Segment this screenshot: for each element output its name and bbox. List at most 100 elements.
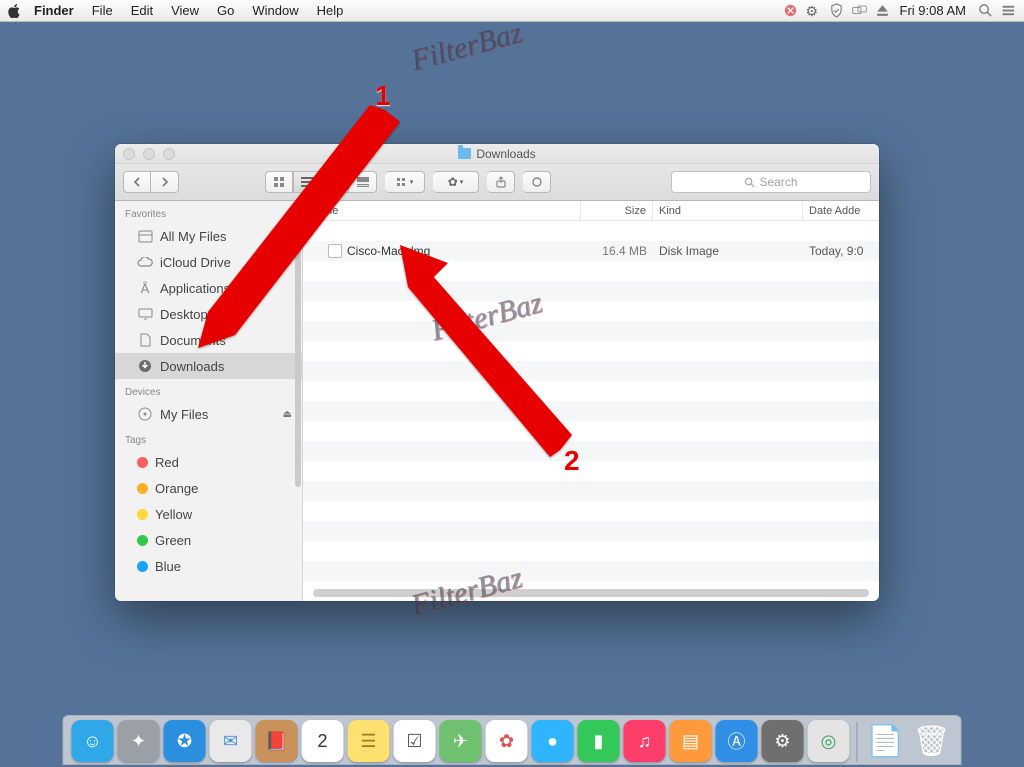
sidebar-tag-green[interactable]: Green (115, 527, 302, 553)
dock-app-notes[interactable]: ☰ (348, 720, 390, 762)
dock-app-contacts[interactable]: 📕 (256, 720, 298, 762)
file-kind: Disk Image (653, 241, 803, 261)
toolbar: ▾ ✿▾ Search (115, 164, 879, 201)
action-button[interactable]: ✿▾ (433, 171, 479, 193)
sidebar-item-label: Documents (160, 333, 226, 348)
dock-app-finder[interactable]: ☺ (72, 720, 114, 762)
gear-icon[interactable]: ⚙ (806, 3, 821, 18)
forward-button[interactable] (151, 171, 179, 193)
nav-buttons (123, 171, 179, 193)
file-size: 16.4 MB (581, 241, 653, 261)
coverflow-view-button[interactable] (349, 171, 377, 193)
eject-button[interactable]: ⏏ (283, 409, 292, 420)
sidebar: Favorites All My Files iCloud Drive Å Ap… (115, 201, 303, 601)
list-view-button[interactable] (293, 171, 321, 193)
sidebar-tag-red[interactable]: Red (115, 449, 302, 475)
sidebar-tag-blue[interactable]: Blue (115, 553, 302, 579)
app-menu[interactable]: Finder (34, 3, 74, 18)
menu-help[interactable]: Help (317, 3, 344, 18)
dock-app-itunes[interactable]: ♫ (624, 720, 666, 762)
sidebar-item-icloud[interactable]: iCloud Drive (115, 249, 302, 275)
dock-app-maps[interactable]: ✈ (440, 720, 482, 762)
sidebar-item-downloads[interactable]: Downloads (115, 353, 302, 379)
sidebar-item-applications[interactable]: Å Applications (115, 275, 302, 301)
finder-window: Downloads ▾ ✿▾ Search (115, 144, 879, 601)
sidebar-item-label: Red (155, 455, 179, 470)
col-date[interactable]: Date Adde (803, 201, 879, 220)
file-rows: Cisco-Mac.dmg 16.4 MB Disk Image Today, … (303, 221, 879, 601)
apple-logo-icon[interactable] (8, 4, 22, 18)
icloud-icon (137, 255, 153, 269)
tag-dot (137, 561, 148, 572)
favorites-header: Favorites (115, 201, 302, 223)
search-input[interactable]: Search (671, 171, 871, 193)
applications-icon: Å (137, 281, 153, 295)
column-view-button[interactable] (321, 171, 349, 193)
sidebar-item-desktop[interactable]: Desktop (115, 301, 302, 327)
dmg-file-icon (328, 244, 342, 258)
arrange-button[interactable]: ▾ (385, 171, 425, 193)
dock-trash[interactable]: 🗑 (911, 720, 953, 762)
tags-header: Tags (115, 427, 302, 449)
dock-app-mail[interactable]: ✉ (210, 720, 252, 762)
menu-view[interactable]: View (171, 3, 199, 18)
menu-edit[interactable]: Edit (131, 3, 153, 18)
tag-dot (137, 509, 148, 520)
sidebar-tag-orange[interactable]: Orange (115, 475, 302, 501)
disc-icon (137, 407, 153, 421)
all-my-files-icon (137, 229, 153, 243)
menu-go[interactable]: Go (217, 3, 234, 18)
share-button[interactable] (487, 171, 515, 193)
menubar: Finder File Edit View Go Window Help ⚙ F… (0, 0, 1024, 22)
sidebar-tag-yellow[interactable]: Yellow (115, 501, 302, 527)
dock-app-safari[interactable]: ✪ (164, 720, 206, 762)
tags-button[interactable] (523, 171, 551, 193)
shield-icon[interactable] (829, 3, 844, 18)
menubar-clock[interactable]: Fri 9:08 AM (900, 3, 966, 18)
col-kind[interactable]: Kind (653, 201, 803, 220)
view-buttons (265, 171, 377, 193)
displays-icon[interactable] (852, 3, 867, 18)
sidebar-item-my-files[interactable]: My Files ⏏ (115, 401, 302, 427)
sidebar-item-documents[interactable]: Documents (115, 327, 302, 353)
sidebar-scrollbar[interactable] (295, 207, 301, 487)
dock-document[interactable]: 📄 (865, 720, 907, 762)
downloads-icon (137, 359, 153, 373)
sidebar-item-label: iCloud Drive (160, 255, 231, 270)
error-status-icon[interactable] (783, 3, 798, 18)
dock-app-launchpad[interactable]: ✦ (118, 720, 160, 762)
icon-view-button[interactable] (265, 171, 293, 193)
dock-app-facetime[interactable]: ▮ (578, 720, 620, 762)
sidebar-item-label: Blue (155, 559, 181, 574)
arrange-button-group: ▾ (385, 171, 425, 193)
dock-app-cisco[interactable]: ◎ (808, 720, 850, 762)
menu-file[interactable]: File (92, 3, 113, 18)
dock-app-photos[interactable]: ✿ (486, 720, 528, 762)
menu-window[interactable]: Window (252, 3, 298, 18)
dock-app-reminders[interactable]: ☑ (394, 720, 436, 762)
sidebar-item-label: All My Files (160, 229, 226, 244)
eject-icon[interactable] (875, 3, 890, 18)
horizontal-scrollbar[interactable] (313, 589, 869, 597)
dock-app-preferences[interactable]: ⚙ (762, 720, 804, 762)
share-button-group (487, 171, 515, 193)
tags-button-group (523, 171, 551, 193)
back-button[interactable] (123, 171, 151, 193)
col-name[interactable]: Name (303, 201, 581, 220)
dock-app-calendar[interactable]: 2 (302, 720, 344, 762)
notification-center-icon[interactable] (1001, 3, 1016, 18)
traffic-lights[interactable] (123, 148, 175, 160)
tag-dot (137, 457, 148, 468)
titlebar[interactable]: Downloads (115, 144, 879, 164)
file-name: Cisco-Mac.dmg (347, 244, 430, 258)
file-row[interactable]: Cisco-Mac.dmg 16.4 MB Disk Image Today, … (303, 241, 879, 261)
dock-app-appstore[interactable]: Ⓐ (716, 720, 758, 762)
spotlight-icon[interactable] (978, 3, 993, 18)
sidebar-item-all-my-files[interactable]: All My Files (115, 223, 302, 249)
dock-app-messages[interactable]: ● (532, 720, 574, 762)
column-headers: Name Size Kind Date Adde (303, 201, 879, 221)
window-title: Downloads (476, 147, 535, 161)
col-size[interactable]: Size (581, 201, 653, 220)
dock-app-ibooks[interactable]: ▤ (670, 720, 712, 762)
sidebar-item-label: Yellow (155, 507, 192, 522)
